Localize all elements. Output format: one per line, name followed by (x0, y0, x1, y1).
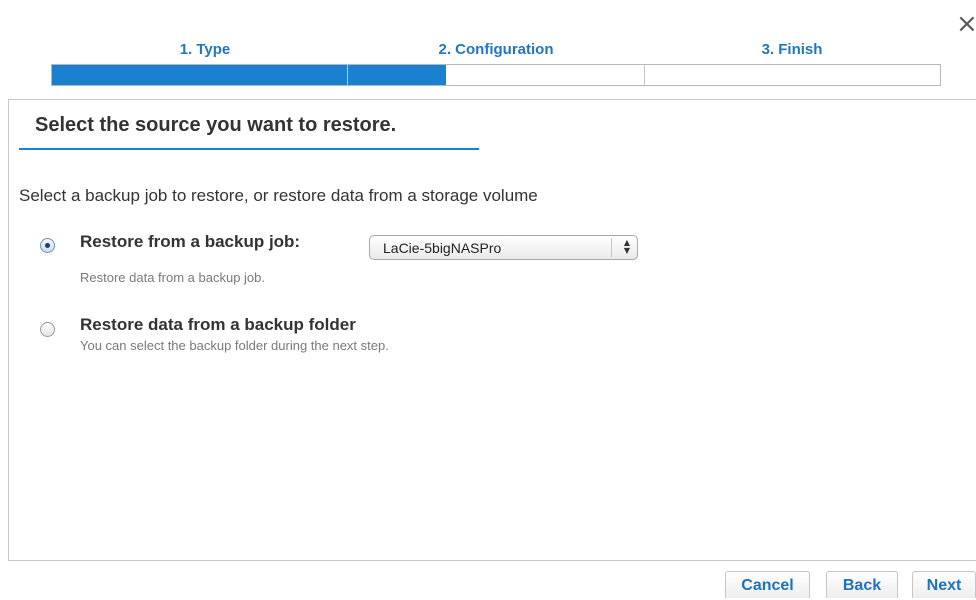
progress-segment-finish (644, 65, 940, 85)
option-label-backup-folder[interactable]: Restore data from a backup folder (80, 314, 356, 336)
panel-title: Select the source you want to restore. (35, 114, 397, 136)
radio-restore-from-backup-folder[interactable] (40, 322, 55, 337)
progress-segment-type (52, 65, 349, 85)
title-underline (19, 148, 479, 150)
close-icon[interactable]: × (956, 10, 976, 38)
progress-segment-configuration (348, 65, 645, 85)
backup-job-select-value: LaCie-5bigNASPro (383, 240, 502, 256)
step-label-type: 1. Type (179, 41, 231, 58)
wizard-progress-bar (51, 64, 941, 86)
step-label-finish: 3. Finish (761, 41, 823, 58)
up-down-arrows-icon: ▲ ▼ (623, 238, 630, 255)
progress-fill-type (52, 65, 348, 85)
step-label-configuration: 2. Configuration (438, 41, 554, 58)
back-button[interactable]: Back (826, 571, 898, 598)
backup-job-select[interactable]: LaCie-5bigNASPro ▲ ▼ (369, 235, 638, 260)
option-description-backup-folder: You can select the backup folder during … (80, 338, 389, 353)
next-button[interactable]: Next (912, 571, 976, 598)
select-divider (611, 238, 612, 257)
option-description-backup-job: Restore data from a backup job. (80, 270, 265, 285)
progress-fill-configuration (348, 65, 446, 85)
radio-restore-from-backup-job[interactable] (40, 238, 55, 253)
intro-text: Select a backup job to restore, or resto… (19, 186, 538, 205)
cancel-button[interactable]: Cancel (725, 571, 810, 598)
option-label-backup-job[interactable]: Restore from a backup job: (80, 231, 300, 253)
